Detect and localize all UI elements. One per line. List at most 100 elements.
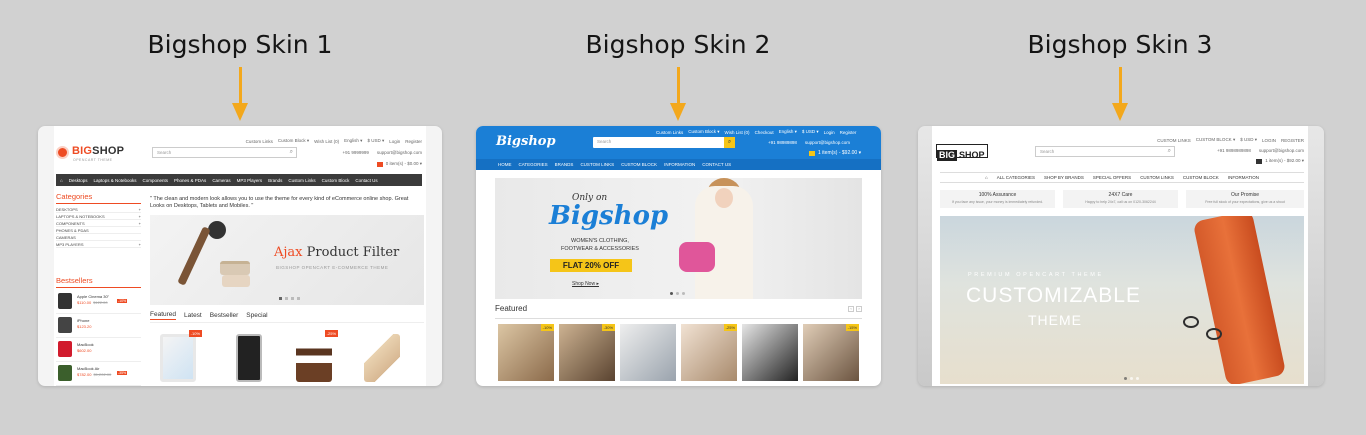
login-link[interactable]: LOGIN [1262, 138, 1276, 143]
nav-item[interactable]: Brands [268, 178, 282, 183]
product-name[interactable]: Apple Cinema 30" [77, 294, 109, 299]
nav-item[interactable]: CUSTOM LINKS [1140, 175, 1174, 180]
top-link[interactable]: Checkout [755, 130, 774, 135]
product-card[interactable]: -30% [559, 324, 615, 381]
skin-1-preview[interactable]: Custom Links Custom Block ▾ Wish List (0… [38, 126, 442, 386]
list-item[interactable]: Apple Cinema 30" $110.00 $122.00 -10% [56, 290, 141, 314]
nav-item[interactable]: Components [143, 178, 169, 183]
product-card[interactable]: -15% [803, 324, 859, 381]
tab-featured[interactable]: Featured [150, 311, 177, 320]
register-link[interactable]: REGISTER [1281, 138, 1304, 143]
product-name[interactable]: iPhone [77, 318, 89, 323]
search-icon[interactable]: ⌕ [1168, 148, 1171, 155]
category-item[interactable]: PHONES & PDAS [56, 227, 141, 234]
currency-select[interactable]: $ USD ▾ [1240, 137, 1257, 143]
nav-item[interactable]: INFORMATION [1228, 175, 1259, 180]
nav-item[interactable]: Custom Links [288, 178, 315, 183]
nav-item[interactable]: CUSTOM BLOCK [1183, 175, 1219, 180]
nav-item[interactable]: CATEGORIES [519, 162, 548, 167]
category-item[interactable]: CAMERAS [56, 234, 141, 241]
product-card-table[interactable]: -25% [290, 330, 338, 386]
carousel-dots[interactable] [1124, 377, 1139, 380]
chevron-right-icon[interactable]: › [856, 306, 862, 312]
cart-button[interactable]: 0 item(s) - $0.00 ▾ [376, 161, 422, 167]
nav-item[interactable]: INFORMATION [664, 162, 695, 167]
search-input[interactable]: Search ⌕ [1035, 146, 1175, 157]
product-name[interactable]: MacBook [77, 342, 94, 347]
hero-banner[interactable]: Ajax Product Filter BIGSHOP OPENCART E-C… [150, 215, 424, 305]
top-link[interactable]: Custom Links [656, 130, 683, 135]
top-link[interactable]: Custom Links [246, 139, 273, 144]
search-input[interactable]: Search ⌕ [152, 147, 297, 158]
product-card-ipad[interactable]: -10% [154, 330, 202, 386]
logo[interactable]: BIGSHOP OPENCART THEME [56, 143, 124, 165]
product-card[interactable]: -25% [681, 324, 737, 381]
nav-item[interactable]: Custom Block [322, 178, 350, 183]
login-link[interactable]: Login [389, 139, 400, 144]
nav-item[interactable]: ALL CATEGORIES [997, 175, 1035, 180]
plus-icon[interactable]: + [139, 220, 141, 226]
search-icon[interactable]: ⌕ [724, 137, 735, 148]
nav-item[interactable]: CUSTOM BLOCK [621, 162, 657, 167]
top-link[interactable]: Custom Block ▾ [278, 138, 309, 144]
language-select[interactable]: English ▾ [344, 138, 362, 144]
product-card[interactable]: -10% [498, 324, 554, 381]
category-item[interactable]: COMPONENTS + [56, 220, 141, 227]
nav-item[interactable]: Desktops [69, 178, 88, 183]
logo[interactable]: BIG SHOP [936, 144, 988, 161]
nav-item[interactable]: Contact Us [355, 178, 377, 183]
top-link[interactable]: Wish List (0) [725, 130, 750, 135]
hero-banner[interactable]: Only on Bigshop WOMEN'S CLOTHING, FOOTWE… [495, 178, 862, 299]
product-name[interactable]: MacBook Air [77, 366, 99, 371]
cart-button[interactable]: 1 item(s) - $92.00 ▾ [1256, 158, 1304, 164]
top-link[interactable]: CUSTOM BLOCK ▾ [1196, 137, 1235, 143]
top-link[interactable]: Wish List (0) [314, 139, 339, 144]
shop-now-link[interactable]: Shop Now ▸ [572, 281, 599, 287]
nav-item[interactable]: CUSTOM LINKS [580, 162, 614, 167]
nav-item[interactable]: BRANDS [555, 162, 574, 167]
carousel-dots[interactable] [670, 292, 685, 295]
nav-item[interactable]: MP3 Players [237, 178, 263, 183]
skin-2-preview[interactable]: Custom Links Custom Block ▾ Wish List (0… [476, 126, 881, 386]
list-item[interactable]: MacBook Air $782.00 $1,202.00 -35% [56, 362, 141, 386]
tab-bestseller[interactable]: Bestseller [210, 312, 239, 319]
carousel-dots[interactable] [279, 297, 300, 300]
register-link[interactable]: Register [405, 139, 422, 144]
cart-button[interactable]: 1 item(s) - $92.00 ▾ [809, 150, 861, 156]
plus-icon[interactable]: + [139, 241, 141, 247]
top-link[interactable]: CUSTOM LINKS [1157, 138, 1191, 143]
top-link[interactable]: Custom Block ▾ [688, 129, 719, 135]
product-card-shoe[interactable] [358, 330, 406, 386]
list-item[interactable]: MacBook $602.00 [56, 338, 141, 362]
home-icon[interactable]: ⌂ [985, 175, 988, 180]
hero-banner[interactable]: PREMIUM OPENCART THEME CUSTOMIZABLE THEM… [940, 216, 1304, 384]
home-icon[interactable]: ⌂ [60, 178, 63, 183]
tab-latest[interactable]: Latest [184, 312, 202, 319]
tab-special[interactable]: Special [246, 312, 267, 319]
category-item[interactable]: LAPTOPS & NOTEBOOKS + [56, 213, 141, 220]
currency-select[interactable]: $ USD ▾ [802, 129, 819, 135]
nav-item[interactable]: CONTACT US [702, 162, 731, 167]
logo[interactable]: Bigshop [496, 134, 556, 149]
nav-item[interactable]: Laptops & Notebooks [93, 178, 136, 183]
product-card-iphone[interactable] [224, 330, 272, 386]
currency-select[interactable]: $ USD ▾ [367, 138, 384, 144]
nav-item[interactable]: SPECIAL OFFERS [1093, 175, 1131, 180]
nav-item[interactable]: Phones & PDAs [174, 178, 206, 183]
nav-item[interactable]: HOME [498, 162, 512, 167]
category-item[interactable]: DESKTOPS + [56, 206, 141, 213]
register-link[interactable]: Register [840, 130, 857, 135]
category-item[interactable]: MP3 PLAYERS + [56, 241, 141, 248]
search-icon[interactable]: ⌕ [290, 149, 293, 156]
product-card[interactable] [620, 324, 676, 381]
plus-icon[interactable]: + [139, 206, 141, 212]
nav-item[interactable]: SHOP BY BRANDS [1044, 175, 1084, 180]
chevron-left-icon[interactable]: ‹ [848, 306, 854, 312]
plus-icon[interactable]: + [139, 213, 141, 219]
product-card[interactable] [742, 324, 798, 381]
login-link[interactable]: Login [824, 130, 835, 135]
search-input[interactable]: Search ⌕ [593, 137, 735, 148]
skin-3-preview[interactable]: CUSTOM LINKS CUSTOM BLOCK ▾ $ USD ▾ LOGI… [918, 126, 1324, 386]
nav-item[interactable]: Cameras [212, 178, 230, 183]
list-item[interactable]: iPhone $123.20 [56, 314, 141, 338]
